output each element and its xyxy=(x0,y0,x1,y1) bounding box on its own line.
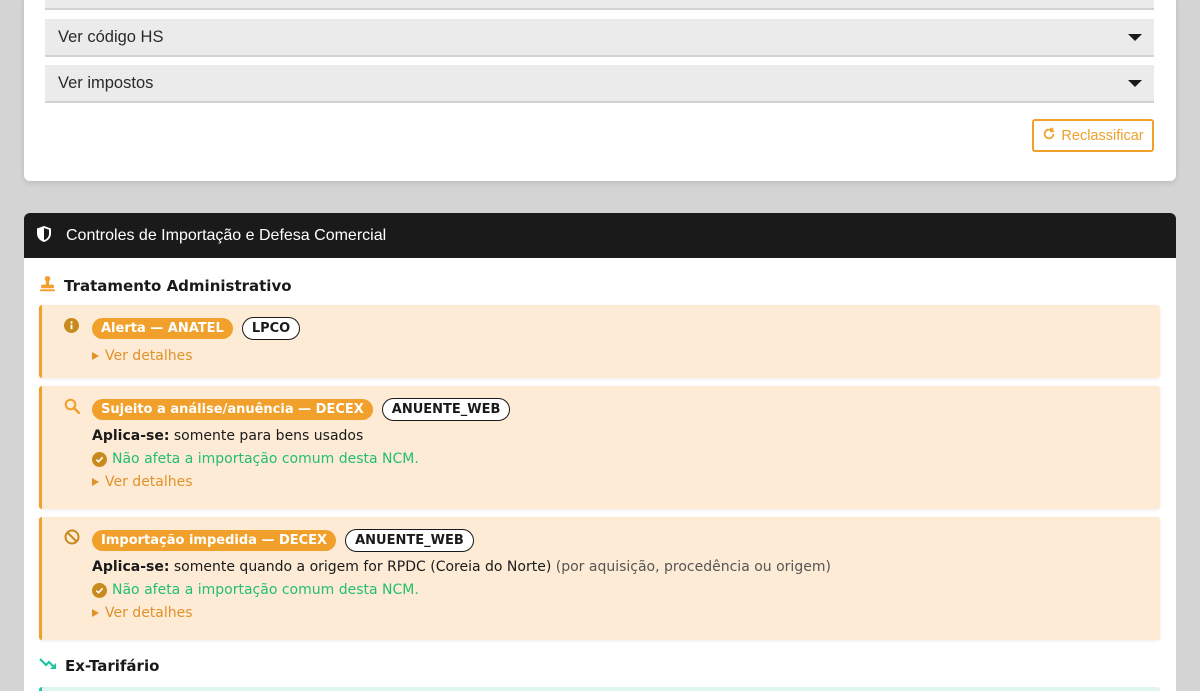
triangle-right-icon xyxy=(92,352,99,360)
accordion-previous[interactable] xyxy=(45,0,1154,10)
stamp-icon xyxy=(39,275,56,296)
view-details-label: Ver detalhes xyxy=(105,605,193,621)
shield-icon xyxy=(36,225,52,247)
applies-text: somente quando a origem for RPDC (Coreia… xyxy=(173,559,552,575)
no-impact-line: Não afeta a importação comum desta NCM. xyxy=(92,451,510,467)
ex-tarifario-section-title: Ex-Tarifário xyxy=(39,657,159,675)
refresh-icon xyxy=(1042,126,1056,145)
applies-label: Aplica-se: xyxy=(92,428,170,444)
view-details-label: Ver detalhes xyxy=(105,474,193,490)
control-item: Importação impedida — DECEX ANUENTE_WEB … xyxy=(39,517,1160,640)
no-impact-text: Não afeta a importação comum desta NCM. xyxy=(112,451,419,467)
view-details-toggle[interactable]: Ver detalhes xyxy=(92,605,831,621)
view-details-toggle[interactable]: Ver detalhes xyxy=(92,474,510,490)
reclassify-button[interactable]: Reclassificar xyxy=(1032,119,1154,152)
applies-text: somente para bens usados xyxy=(173,428,364,444)
triangle-right-icon xyxy=(92,609,99,617)
control-badge: Alerta — ANATEL xyxy=(92,318,233,339)
accordion-hs-code-label: Ver código HS xyxy=(58,27,164,46)
check-circle-icon xyxy=(92,451,107,467)
no-impact-line: Não afeta a importação comum desta NCM. xyxy=(92,582,831,598)
control-item: Sujeito a análise/anuência — DECEX ANUEN… xyxy=(39,386,1160,509)
trend-down-icon xyxy=(39,657,57,675)
admin-section-label: Tratamento Administrativo xyxy=(64,276,292,295)
control-tag: ANUENTE_WEB xyxy=(345,529,474,552)
card-header-title: Controles de Importação e Defesa Comerci… xyxy=(66,226,387,244)
applies-line: Aplica-se: somente para bens usados xyxy=(92,428,510,444)
search-icon xyxy=(64,398,81,418)
import-controls-card: Controles de Importação e Defesa Comerci… xyxy=(24,213,1176,691)
applies-note: (por aquisição, procedência ou origem) xyxy=(555,559,831,575)
accordion-hs-code[interactable]: Ver código HS xyxy=(45,19,1154,57)
control-tag: LPCO xyxy=(241,317,301,340)
view-details-label: Ver detalhes xyxy=(105,348,193,364)
ex-tarifario-item xyxy=(39,687,1160,691)
reclassify-label: Reclassificar xyxy=(1061,127,1144,144)
applies-label: Aplica-se: xyxy=(92,559,170,575)
applies-line: Aplica-se: somente quando a origem for R… xyxy=(92,559,831,575)
control-item: Alerta — ANATEL LPCO Ver detalhes xyxy=(39,305,1160,378)
accordion-taxes-label: Ver impostos xyxy=(58,73,154,92)
caret-down-icon xyxy=(1128,33,1142,41)
check-circle-icon xyxy=(92,582,107,598)
admin-section-title: Tratamento Administrativo xyxy=(39,275,292,296)
control-tag: ANUENTE_WEB xyxy=(381,398,511,421)
classification-card: Ver código HS Ver impostos Reclassificar xyxy=(24,0,1176,181)
triangle-right-icon xyxy=(92,478,99,486)
accordion-taxes[interactable]: Ver impostos xyxy=(45,65,1154,103)
info-icon xyxy=(64,318,79,337)
card-header: Controles de Importação e Defesa Comerci… xyxy=(24,213,1176,258)
control-badge: Sujeito a análise/anuência — DECEX xyxy=(92,399,373,420)
no-impact-text: Não afeta a importação comum desta NCM. xyxy=(112,582,419,598)
view-details-toggle[interactable]: Ver detalhes xyxy=(92,348,300,364)
ex-tarifario-label: Ex-Tarifário xyxy=(65,657,160,675)
caret-down-icon xyxy=(1128,79,1142,87)
control-badge: Importação impedida — DECEX xyxy=(92,530,337,551)
ban-icon xyxy=(64,529,80,549)
